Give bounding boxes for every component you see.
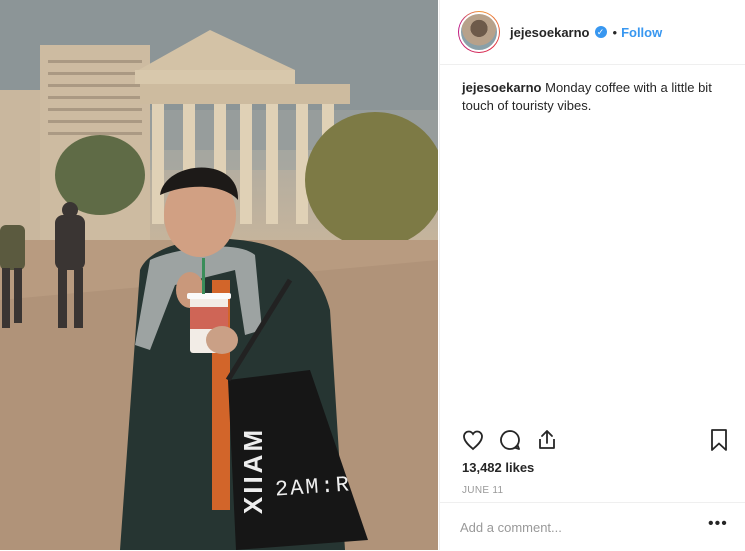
bookmark-icon[interactable] <box>708 428 730 457</box>
comment-icon[interactable] <box>498 428 522 457</box>
action-bar <box>440 420 745 460</box>
separator-dot: • <box>612 24 618 40</box>
avatar-ring[interactable] <box>458 11 500 53</box>
likes-count[interactable]: 13,482 likes <box>462 460 534 475</box>
post-header: jejesoekarno ✓ • Follow <box>440 0 745 65</box>
cup-text: 2AM:R <box>274 472 352 503</box>
post-photo[interactable]: 2AM:R XIIAM <box>0 0 438 550</box>
post-sidebar: jejesoekarno ✓ • Follow jejesoekarno Mon… <box>439 0 745 550</box>
heart-icon[interactable] <box>461 428 485 457</box>
username-link[interactable]: jejesoekarno <box>510 25 590 40</box>
post-caption: jejesoekarno Monday coffee with a little… <box>462 79 732 115</box>
more-options-icon[interactable]: ••• <box>708 515 728 533</box>
comment-bar: ••• <box>440 502 745 551</box>
caption-username-link[interactable]: jejesoekarno <box>462 80 542 95</box>
follow-button[interactable]: Follow <box>621 25 662 40</box>
bag-text: XIIAM <box>238 426 269 515</box>
post-date[interactable]: JUNE 11 <box>462 485 503 496</box>
avatar[interactable] <box>459 12 499 52</box>
comment-input[interactable] <box>460 517 690 537</box>
post-photo-art <box>0 0 438 550</box>
verified-badge-icon: ✓ <box>594 26 607 38</box>
share-icon[interactable] <box>535 428 559 457</box>
